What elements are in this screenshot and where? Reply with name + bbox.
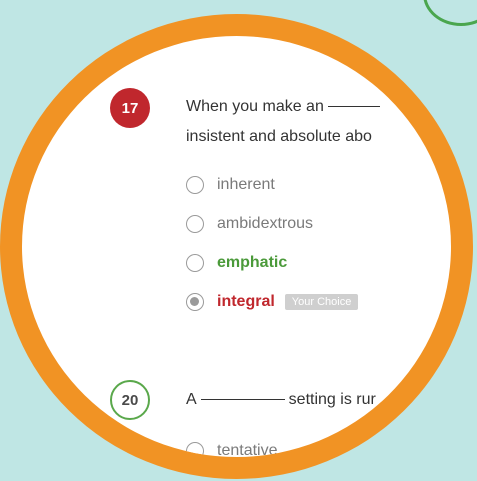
- q20-option-tentative[interactable]: tentative: [186, 442, 278, 459]
- question-17-blank: [327, 106, 380, 107]
- question-17-text-line2: insistent and absolute abo: [186, 128, 372, 145]
- question-17-text-line1: When you make an: [186, 96, 384, 118]
- question-20-number-badge: 20: [110, 380, 150, 420]
- question-20-text: Asetting is rur: [186, 389, 376, 411]
- question-20-blank: [200, 399, 285, 400]
- option-label-chosen: integral: [217, 293, 275, 310]
- option-label-correct: emphatic: [217, 254, 288, 271]
- q17-option-ambidextrous[interactable]: ambidextrous: [186, 215, 313, 233]
- option-label: inherent: [217, 176, 275, 193]
- question-17-text-start: When you make an: [186, 98, 324, 115]
- option-label: tentative: [217, 442, 278, 459]
- option-label: ambidextrous: [217, 215, 314, 232]
- radio-button-selected[interactable]: [186, 293, 204, 311]
- option-label-correct: rustic: [217, 475, 261, 479]
- radio-button[interactable]: [186, 475, 204, 479]
- radio-button[interactable]: [186, 442, 204, 457]
- radio-button[interactable]: [186, 254, 204, 272]
- q17-option-emphatic[interactable]: emphatic: [186, 254, 287, 272]
- question-20-text-end: setting is rur: [288, 391, 376, 408]
- radio-button[interactable]: [186, 215, 204, 233]
- q20-option-rustic[interactable]: rustic: [186, 475, 261, 479]
- magnifier-lens: 17 When you make an insistent and absolu…: [0, 14, 473, 479]
- your-choice-badge: Your Choice: [284, 294, 359, 310]
- question-20-text-start: A: [186, 391, 197, 408]
- corner-badge: [423, 0, 477, 26]
- q17-option-inherent[interactable]: inherent: [186, 176, 275, 194]
- q17-option-integral[interactable]: integral Your Choice: [186, 293, 359, 311]
- question-17-number-badge: 17: [110, 88, 150, 128]
- quiz-results: 17 When you make an insistent and absolu…: [22, 36, 451, 457]
- radio-button[interactable]: [186, 176, 204, 194]
